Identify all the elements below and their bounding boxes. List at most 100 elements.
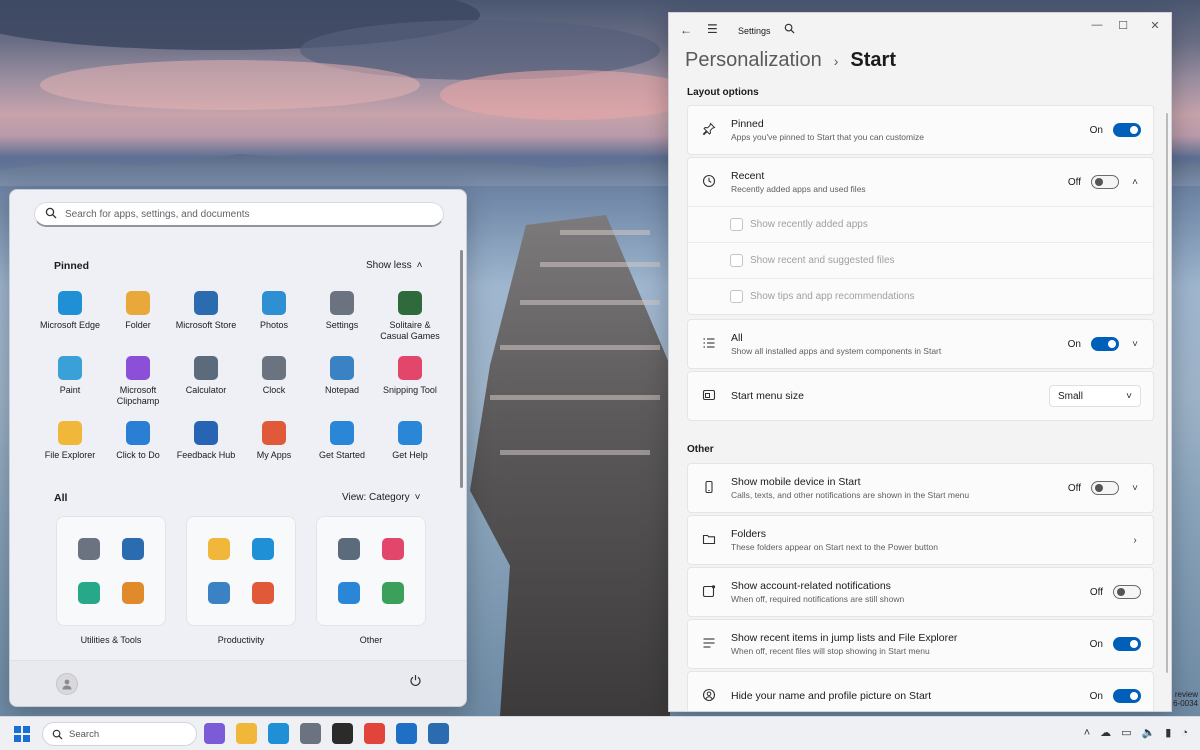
taskbar-search-placeholder: Search bbox=[69, 728, 100, 740]
outlook-icon[interactable] bbox=[396, 723, 417, 744]
folder-label: Utilities & Tools bbox=[80, 635, 142, 645]
app-icon[interactable] bbox=[78, 582, 100, 604]
back-arrow-icon[interactable]: ← bbox=[680, 23, 692, 37]
windows-logo-pane bbox=[14, 735, 21, 742]
show-recently-added-checkbox[interactable] bbox=[730, 218, 743, 231]
pinned-app[interactable]: Folder bbox=[104, 291, 172, 342]
page-title: Start bbox=[850, 49, 896, 71]
windows-logo-pane bbox=[14, 726, 21, 733]
close-button[interactable]: ✕ bbox=[1145, 19, 1165, 32]
chevron-right-icon[interactable]: › bbox=[1129, 535, 1141, 546]
battery-icon[interactable]: ▮ bbox=[1165, 726, 1171, 739]
recent-toggle[interactable] bbox=[1091, 175, 1119, 189]
maximize-button[interactable]: ☐ bbox=[1113, 19, 1133, 32]
pinned-app[interactable]: Clock bbox=[240, 356, 308, 407]
app-icon[interactable] bbox=[382, 538, 404, 560]
start-size-dropdown[interactable]: Small ˅ bbox=[1049, 385, 1141, 407]
copilot-icon[interactable] bbox=[204, 723, 225, 744]
store-icon[interactable] bbox=[428, 723, 449, 744]
folders-setting-row[interactable]: Folders These folders appear on Start ne… bbox=[688, 516, 1153, 564]
bell-icon[interactable]: ◔ bbox=[1181, 727, 1188, 739]
pinned-app[interactable]: Snipping Tool bbox=[376, 356, 444, 407]
show-less-button[interactable]: Show less ˄ bbox=[366, 260, 422, 271]
pinned-app[interactable]: Get Help bbox=[376, 421, 444, 461]
pinned-app[interactable]: Click to Do bbox=[104, 421, 172, 461]
app-icon[interactable] bbox=[252, 582, 274, 604]
settings-scrollbar[interactable] bbox=[1166, 113, 1168, 673]
start-size-setting-card: Start menu size Small ˅ bbox=[687, 371, 1154, 421]
search-icon[interactable] bbox=[784, 23, 795, 37]
view-category-button[interactable]: View: Category ˅ bbox=[342, 492, 420, 503]
minimize-button[interactable]: — bbox=[1087, 19, 1107, 31]
checkbox-label: Show tips and app recommendations bbox=[750, 291, 915, 302]
pinned-app[interactable]: Microsoft Store bbox=[172, 291, 240, 342]
pinned-toggle[interactable] bbox=[1113, 123, 1141, 137]
setting-description: These folders appear on Start next to th… bbox=[731, 542, 938, 552]
recent-setting-row[interactable]: Recent Recently added apps and used file… bbox=[688, 158, 1153, 206]
chevron-down-icon[interactable]: ˅ bbox=[1129, 339, 1141, 350]
pinned-app[interactable]: Solitaire & Casual Games bbox=[376, 291, 444, 342]
pinned-app[interactable]: Get Started bbox=[308, 421, 376, 461]
user-avatar[interactable] bbox=[56, 673, 78, 695]
pinned-app[interactable]: My Apps bbox=[240, 421, 308, 461]
jumplists-toggle[interactable] bbox=[1113, 637, 1141, 651]
pinned-app[interactable]: Paint bbox=[36, 356, 104, 407]
mobile-setting-text: Show mobile device in Start Calls, texts… bbox=[731, 476, 969, 500]
app-icon[interactable] bbox=[208, 582, 230, 604]
hamburger-menu-icon[interactable]: ☰ bbox=[707, 22, 718, 36]
folder-label: Productivity bbox=[217, 635, 265, 645]
setting-title: Show account-related notifications bbox=[731, 580, 891, 592]
app-icon[interactable] bbox=[208, 538, 230, 560]
terminal-icon[interactable] bbox=[332, 723, 353, 744]
volume-icon[interactable]: 🔈 bbox=[1142, 726, 1156, 739]
pinned-app[interactable]: Photos bbox=[240, 291, 308, 342]
chrome-icon[interactable] bbox=[364, 723, 385, 744]
start-search-input[interactable]: Search for apps, settings, and documents bbox=[34, 202, 444, 227]
pinned-app[interactable]: Feedback Hub bbox=[172, 421, 240, 461]
hide-profile-toggle[interactable] bbox=[1113, 689, 1141, 703]
power-button[interactable] bbox=[409, 674, 422, 690]
app-icon[interactable] bbox=[338, 582, 360, 604]
mobile-toggle[interactable] bbox=[1091, 481, 1119, 495]
app-icon[interactable] bbox=[122, 538, 144, 560]
mobile-setting-row[interactable]: Show mobile device in Start Calls, texts… bbox=[688, 464, 1153, 512]
recent-subrow-2: Show recent and suggested files bbox=[688, 242, 1153, 278]
app-icon[interactable] bbox=[78, 538, 100, 560]
category-folder[interactable]: Utilities & Tools bbox=[56, 516, 166, 645]
recent-setting-controls: Off ˄ bbox=[1068, 158, 1141, 206]
breadcrumb-parent[interactable]: Personalization bbox=[685, 49, 822, 72]
cloud-icon[interactable]: ☁ bbox=[1100, 726, 1111, 739]
start-button[interactable] bbox=[14, 726, 30, 742]
pinned-app[interactable]: Microsoft Edge bbox=[36, 291, 104, 342]
taskbar-search-input[interactable]: Search bbox=[42, 722, 197, 746]
pinned-app[interactable]: Calculator bbox=[172, 356, 240, 407]
pinned-app-label: Calculator bbox=[185, 385, 227, 395]
snipping-icon bbox=[398, 356, 422, 380]
pinned-app[interactable]: Microsoft Clipchamp bbox=[104, 356, 172, 407]
pinned-app[interactable]: Notepad bbox=[308, 356, 376, 407]
account-notifications-toggle[interactable] bbox=[1113, 585, 1141, 599]
chevron-up-icon[interactable]: ˄ bbox=[1129, 177, 1141, 188]
pinned-app[interactable]: Settings bbox=[308, 291, 376, 342]
app-icon[interactable] bbox=[122, 582, 144, 604]
show-recent-files-checkbox[interactable] bbox=[730, 254, 743, 267]
chevron-down-icon[interactable]: ˅ bbox=[1129, 483, 1141, 494]
pinned-apps-grid: Microsoft Edge Folder Microsoft Store Photo… bbox=[36, 291, 446, 461]
all-toggle[interactable] bbox=[1091, 337, 1119, 351]
show-tips-checkbox[interactable] bbox=[730, 290, 743, 303]
chevron-up-icon[interactable]: ˄ bbox=[1084, 727, 1090, 739]
app-icon[interactable] bbox=[382, 582, 404, 604]
watermark-text: review 6-0034 bbox=[1173, 690, 1198, 708]
all-setting-row[interactable]: All Show all installed apps and system c… bbox=[688, 320, 1153, 368]
start-scrollbar[interactable] bbox=[460, 250, 463, 488]
app-icon[interactable] bbox=[252, 538, 274, 560]
network-icon[interactable]: ▭ bbox=[1121, 726, 1131, 739]
file-explorer-icon[interactable] bbox=[236, 723, 257, 744]
category-folder[interactable]: Productivity bbox=[186, 516, 296, 645]
category-folder[interactable]: Other bbox=[316, 516, 426, 645]
app-icon[interactable] bbox=[338, 538, 360, 560]
edge-icon[interactable] bbox=[268, 723, 289, 744]
pinned-app[interactable]: File Explorer bbox=[36, 421, 104, 461]
gear-icon[interactable] bbox=[300, 723, 321, 744]
plank bbox=[520, 300, 660, 305]
